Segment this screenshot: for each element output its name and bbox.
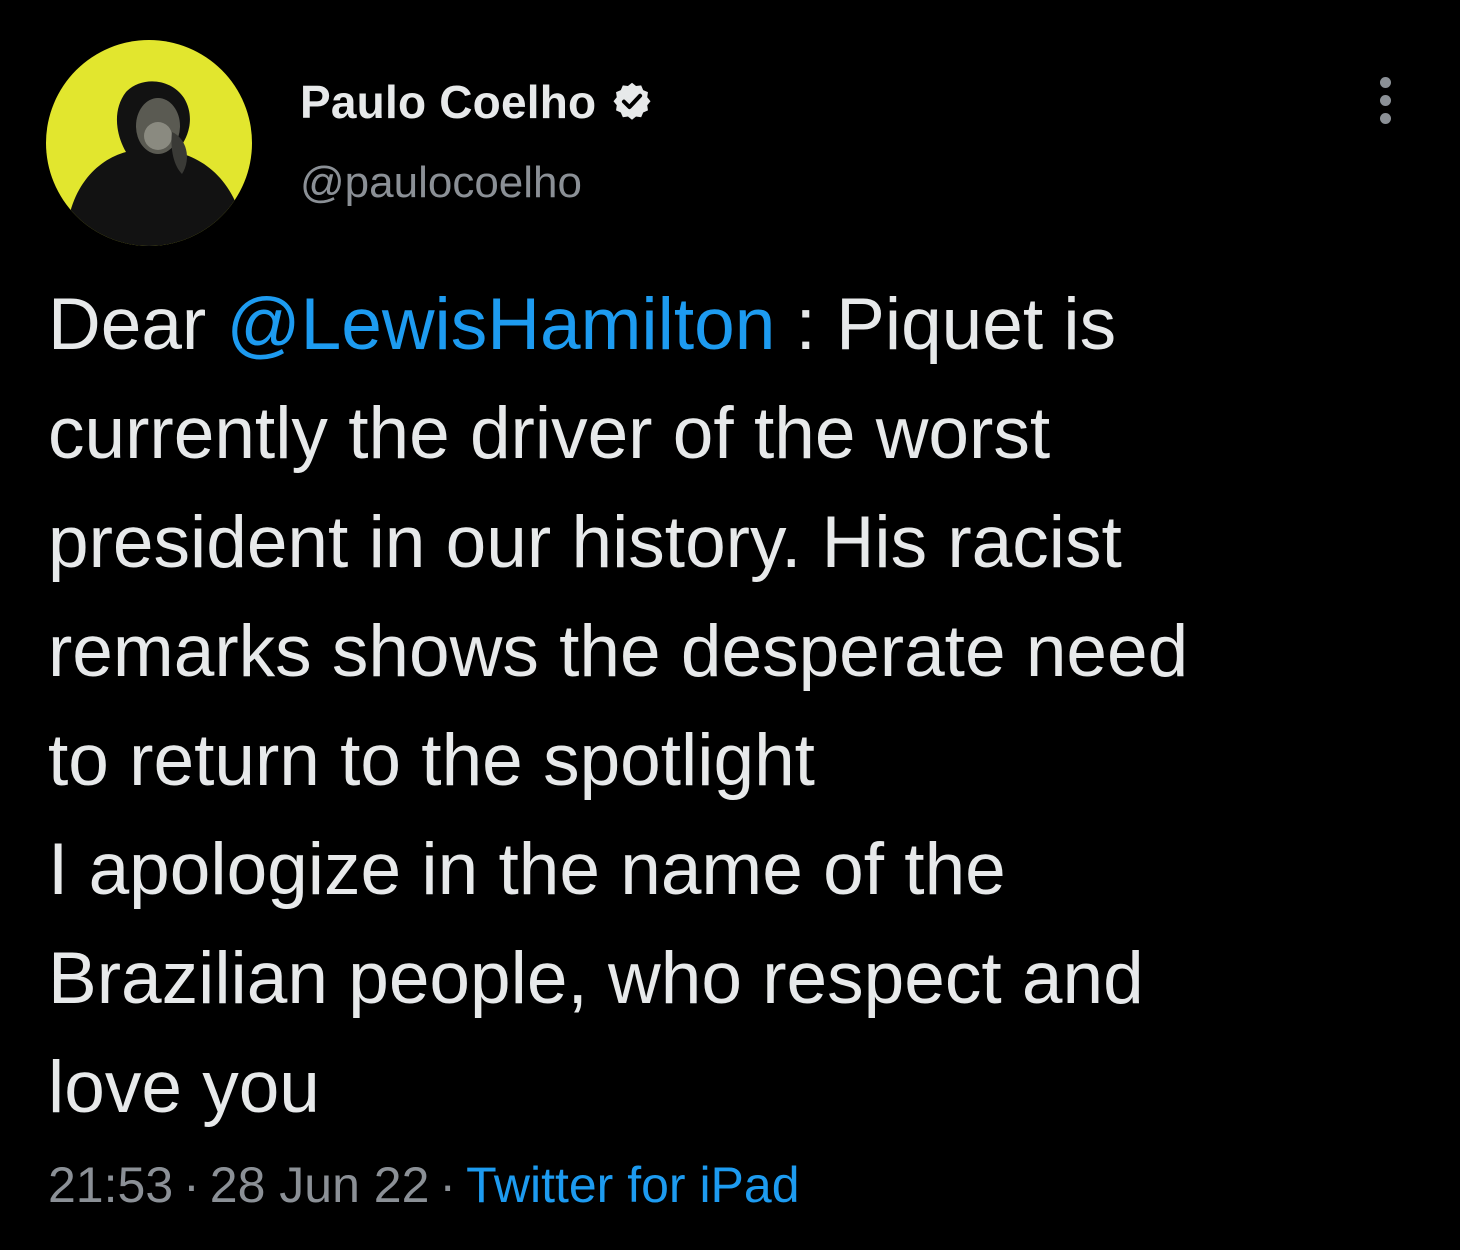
tweet-source-link[interactable]: Twitter for iPad xyxy=(466,1157,799,1213)
menu-dot xyxy=(1379,112,1391,124)
text-prefix: Dear xyxy=(48,284,227,365)
text-line1-rest: : Piquet is xyxy=(775,284,1117,365)
tweet-text-line: I apologize in the name of the xyxy=(48,829,1006,910)
tweet-text-line: currently the driver of the worst xyxy=(48,393,1051,474)
tweet-text-line: remarks shows the desperate need xyxy=(48,611,1189,692)
tweet-meta: 21:53 · 28 Jun 22 · Twitter for iPad xyxy=(48,1156,800,1214)
more-vertical-icon[interactable] xyxy=(1360,70,1410,130)
meta-separator: · xyxy=(439,1157,457,1213)
tweet-text-line: Dear @LewisHamilton : Piquet is xyxy=(48,270,1418,379)
tweet-text-line: Brazilian people, who respect and xyxy=(48,938,1144,1019)
menu-dot xyxy=(1379,94,1391,106)
menu-dot xyxy=(1379,76,1391,88)
tweet-time[interactable]: 21:53 xyxy=(48,1157,173,1213)
tweet-text-line: love you xyxy=(48,1047,320,1128)
tweet-text: Dear @LewisHamilton : Piquet is currentl… xyxy=(48,270,1418,1142)
author-name-row: Paulo Coelho xyxy=(300,72,654,132)
author-handle[interactable]: @paulocoelho xyxy=(300,158,582,208)
author-name[interactable]: Paulo Coelho xyxy=(300,75,596,129)
tweet: Paulo Coelho @paulocoelho Dear @LewisHam… xyxy=(0,0,1460,1250)
meta-separator: · xyxy=(183,1157,200,1213)
mention-link[interactable]: @LewisHamilton xyxy=(227,284,776,365)
tweet-date[interactable]: 28 Jun 22 xyxy=(210,1157,430,1213)
portrait-avatar-icon xyxy=(46,40,252,246)
tweet-text-line: to return to the spotlight xyxy=(48,720,815,801)
tweet-text-line: president in our history. His racist xyxy=(48,502,1122,583)
author-avatar[interactable] xyxy=(46,40,252,246)
verified-badge-icon xyxy=(610,80,654,124)
